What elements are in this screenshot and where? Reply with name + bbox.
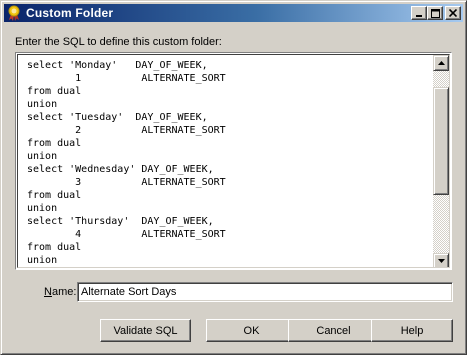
ok-button[interactable]: OK (206, 319, 297, 342)
minimize-button[interactable] (411, 6, 427, 20)
maximize-icon (430, 8, 440, 18)
help-button[interactable]: Help (371, 319, 453, 342)
name-label: Name: (44, 286, 76, 298)
window-controls (411, 6, 461, 20)
ok-label: OK (243, 324, 260, 337)
arrow-up-icon (437, 61, 445, 65)
sql-editor[interactable]: select 'Monday' DAY_OF_WEEK, 1 ALTERNATE… (15, 52, 452, 270)
close-icon (449, 9, 457, 17)
award-ribbon-icon (6, 5, 22, 21)
name-input[interactable] (77, 282, 453, 302)
window-title: Custom Folder (26, 6, 114, 20)
maximize-button[interactable] (427, 6, 443, 20)
cancel-button[interactable]: Cancel (288, 319, 379, 342)
arrow-down-icon (437, 259, 445, 263)
cancel-label: Cancel (316, 324, 351, 337)
name-label-mnemonic: N (44, 286, 52, 298)
scroll-thumb[interactable] (433, 87, 449, 195)
scroll-track[interactable] (433, 71, 449, 253)
scroll-up-button[interactable] (433, 55, 449, 71)
vertical-scrollbar[interactable] (433, 55, 449, 267)
validate-sql-label: Validate SQL (113, 324, 178, 337)
name-label-rest: ame: (51, 286, 77, 298)
help-label: Help (400, 324, 424, 337)
title-bar[interactable]: Custom Folder (4, 4, 463, 22)
validate-sql-button[interactable]: Validate SQL (100, 319, 191, 342)
custom-folder-dialog: Custom Folder Enter the SQL to define th… (0, 0, 467, 355)
scroll-down-button[interactable] (433, 253, 449, 267)
minimize-icon (416, 15, 422, 17)
close-button[interactable] (445, 6, 461, 20)
sql-text[interactable]: select 'Monday' DAY_OF_WEEK, 1 ALTERNATE… (18, 55, 433, 267)
sql-prompt-label: Enter the SQL to define this custom fold… (15, 36, 222, 48)
